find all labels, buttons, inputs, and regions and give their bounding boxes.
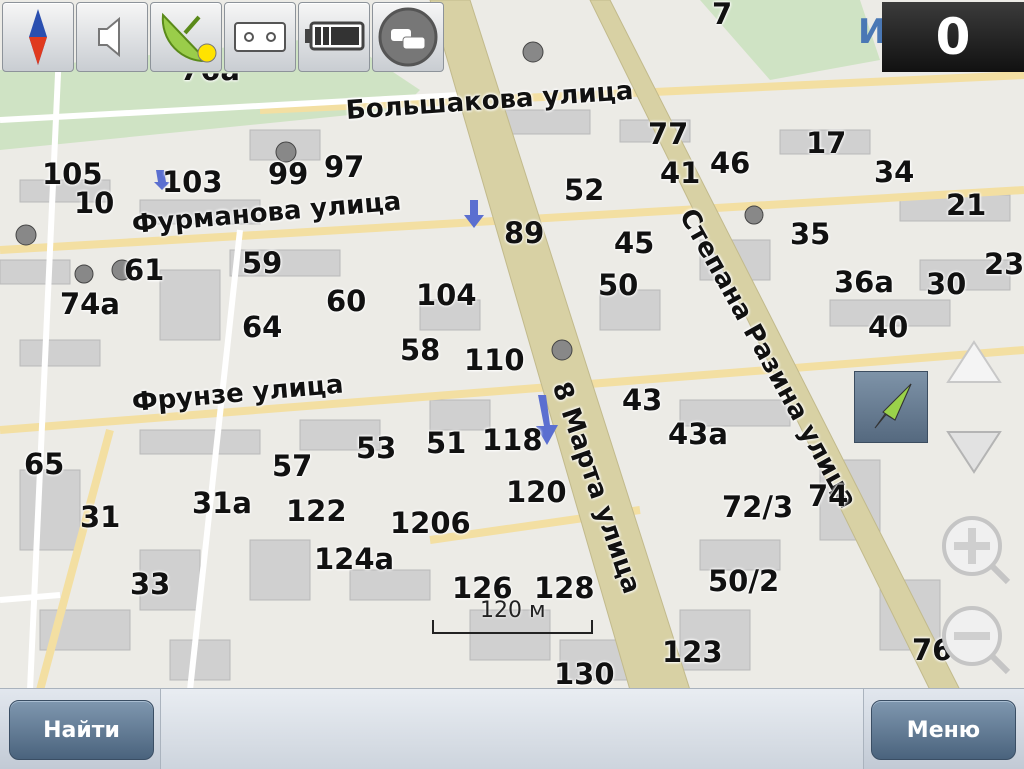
house-number: 53 xyxy=(356,431,397,465)
house-number: 21 xyxy=(946,188,987,222)
cursor-arrow-icon xyxy=(874,383,912,429)
house-number: 103 xyxy=(162,165,223,199)
house-number: 58 xyxy=(400,333,441,367)
house-number: 1206 xyxy=(390,506,471,540)
house-number: 89 xyxy=(504,216,545,250)
info-panel[interactable] xyxy=(160,689,864,769)
house-number: 77 xyxy=(648,117,689,151)
house-number: 74a xyxy=(60,287,120,321)
house-number: 36a xyxy=(834,265,894,299)
house-number: 52 xyxy=(564,173,605,207)
menu-button[interactable]: Меню xyxy=(871,700,1016,760)
house-number: 72/3 xyxy=(722,490,794,524)
house-number: 10 xyxy=(74,186,115,220)
house-number: 65 xyxy=(24,447,65,481)
house-number: 33 xyxy=(130,567,171,601)
house-number: 123 xyxy=(662,635,723,669)
tilt-up-icon[interactable] xyxy=(944,338,1004,388)
house-number: 118 xyxy=(482,423,543,457)
house-number: 46 xyxy=(710,146,751,180)
house-number: 57 xyxy=(272,449,313,483)
sound-button[interactable] xyxy=(76,2,148,72)
gps-button[interactable] xyxy=(150,2,222,72)
traffic-icon xyxy=(378,7,438,67)
battery-button[interactable] xyxy=(298,2,370,72)
house-number: 74 xyxy=(808,479,849,513)
navigation-mode-button[interactable] xyxy=(854,371,928,443)
house-number: 34 xyxy=(874,155,915,189)
compass-button[interactable] xyxy=(2,2,74,72)
find-button[interactable]: Найти xyxy=(9,700,154,760)
house-number: 59 xyxy=(242,246,283,280)
house-number: 43a xyxy=(668,417,728,451)
house-number: 124a xyxy=(314,542,395,576)
recorder-button[interactable] xyxy=(224,2,296,72)
house-number: 40 xyxy=(868,310,909,344)
house-number: 61 xyxy=(124,253,165,287)
zoom-out-icon[interactable] xyxy=(936,602,1016,676)
house-number: 45 xyxy=(614,226,655,260)
house-number: 50 xyxy=(598,268,639,302)
house-number: 130 xyxy=(554,657,615,690)
house-number: 31 xyxy=(80,500,121,534)
compass-icon xyxy=(29,9,47,65)
battery-icon xyxy=(305,21,365,51)
house-number: 64 xyxy=(242,310,283,344)
house-number: 105 xyxy=(42,157,103,191)
house-number: 97 xyxy=(324,150,365,184)
bottom-bar: Найти Меню xyxy=(0,688,1024,769)
tilt-down-icon[interactable] xyxy=(944,428,1004,478)
gps-satellite-icon xyxy=(161,12,217,63)
house-number: 35 xyxy=(790,217,831,251)
map-view[interactable]: Большакова улица Фурманова улица Фрунзе … xyxy=(0,0,1024,690)
house-number: 41 xyxy=(660,156,701,190)
house-number: 7 xyxy=(712,0,733,31)
house-number: 51 xyxy=(426,426,467,460)
house-number: 110 xyxy=(464,343,525,377)
house-number: 104 xyxy=(416,278,477,312)
house-number: 17 xyxy=(806,126,847,160)
house-number: 31a xyxy=(192,486,252,520)
speed-indicator: 0 xyxy=(882,2,1024,72)
house-number: 23 xyxy=(984,247,1024,281)
speaker-icon xyxy=(98,16,120,58)
house-number: 120 xyxy=(506,475,567,509)
house-number: 30 xyxy=(926,267,967,301)
traffic-button[interactable] xyxy=(372,2,444,72)
house-number: 43 xyxy=(622,383,663,417)
zoom-in-icon[interactable] xyxy=(936,512,1016,586)
cassette-icon xyxy=(234,22,286,52)
house-number: 60 xyxy=(326,284,367,318)
scale-label: 120 м xyxy=(480,598,546,623)
house-number: 99 xyxy=(268,157,309,191)
house-number: 122 xyxy=(286,494,347,528)
house-number: 50/2 xyxy=(708,564,780,598)
